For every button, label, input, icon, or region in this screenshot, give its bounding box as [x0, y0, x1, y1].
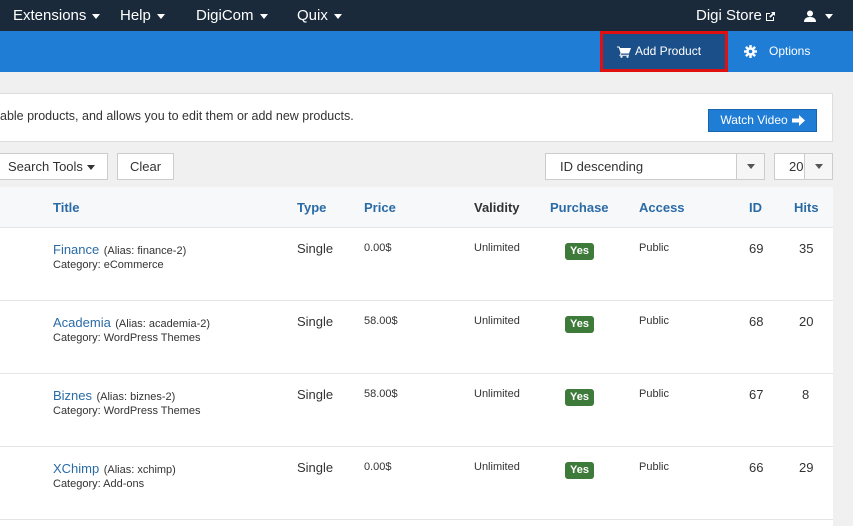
column-purchase-header[interactable]: Purchase [550, 200, 609, 215]
purchase-badge[interactable]: Yes [565, 389, 594, 406]
product-access: Public [639, 242, 669, 254]
product-id: 67 [749, 387, 764, 402]
product-validity: Unlimited [474, 315, 520, 327]
table-row: Biznes (Alias: biznes-2) Category: WordP… [0, 374, 833, 447]
menu-extensions-label: Extensions [13, 7, 87, 24]
ordering-select[interactable]: ID descending [545, 153, 765, 180]
chevron-down-icon [92, 13, 101, 19]
user-icon [804, 10, 816, 22]
options-button[interactable]: Options [732, 31, 832, 72]
product-price: 58.00$ [364, 388, 398, 400]
menu-quix[interactable]: Quix [297, 0, 342, 31]
menu-digicom[interactable]: DigiCom [196, 0, 268, 31]
column-price-header[interactable]: Price [364, 200, 396, 215]
purchase-badge[interactable]: Yes [565, 243, 594, 260]
options-label: Options [769, 44, 811, 58]
limit-dropdown-toggle[interactable] [804, 154, 832, 179]
chevron-down-icon [825, 13, 833, 19]
product-validity: Unlimited [474, 242, 520, 254]
watch-video-button[interactable]: Watch Video [708, 109, 817, 132]
table-row: Academia (Alias: academia-2) Category: W… [0, 301, 833, 374]
watch-video-label: Watch Video [720, 113, 788, 127]
chevron-down-icon [333, 13, 342, 19]
product-alias: (Alias: academia-2) [115, 318, 211, 330]
ordering-select-value: ID descending [560, 159, 644, 174]
product-alias: (Alias: biznes-2) [96, 391, 176, 403]
digi-store-label: Digi Store [696, 7, 762, 24]
column-type-header[interactable]: Type [297, 200, 326, 215]
product-type: Single [297, 241, 334, 256]
chevron-down-icon [747, 164, 755, 169]
menu-help[interactable]: Help [120, 0, 165, 31]
info-text: able products, and allows you to edit th… [0, 109, 354, 123]
column-id-header[interactable]: ID [749, 200, 762, 215]
product-type: Single [297, 387, 334, 402]
search-tools-button[interactable]: Search Tools [0, 153, 108, 180]
search-tools-label: Search Tools [8, 159, 83, 174]
info-panel: able products, and allows you to edit th… [0, 93, 833, 142]
column-access-header[interactable]: Access [639, 200, 685, 215]
chevron-down-icon [815, 164, 823, 169]
column-hits-header[interactable]: Hits [794, 200, 819, 215]
gear-icon [744, 45, 757, 59]
purchase-badge[interactable]: Yes [565, 316, 594, 333]
menu-quix-label: Quix [297, 7, 328, 24]
product-category: Category: eCommerce [53, 259, 164, 271]
product-validity: Unlimited [474, 461, 520, 473]
user-menu[interactable] [804, 0, 833, 31]
chevron-down-icon [156, 13, 165, 19]
product-access: Public [639, 461, 669, 473]
products-table: Title Type Price Validity Purchase Acces… [0, 187, 833, 526]
product-alias: (Alias: xchimp) [103, 464, 176, 476]
product-title-link[interactable]: Academia [53, 315, 111, 330]
product-price: 0.00$ [364, 242, 392, 254]
product-category: Category: Add-ons [53, 478, 145, 490]
product-type: Single [297, 314, 334, 329]
product-price: 58.00$ [364, 315, 398, 327]
product-hits: 35 [799, 241, 814, 256]
column-validity-header: Validity [474, 200, 520, 215]
column-title-header[interactable]: Title [53, 200, 80, 215]
add-product-button[interactable]: Add Product [600, 31, 728, 72]
limit-select-value: 20 [789, 159, 804, 174]
table-header: Title Type Price Validity Purchase Acces… [0, 187, 833, 228]
product-id: 68 [749, 314, 764, 329]
product-access: Public [639, 388, 669, 400]
digi-store-link[interactable]: Digi Store [696, 0, 776, 31]
product-access: Public [639, 315, 669, 327]
menu-help-label: Help [120, 7, 151, 24]
chevron-down-icon [86, 165, 95, 171]
table-row: Finance (Alias: finance-2) Category: eCo… [0, 228, 833, 301]
table-row: XChimp (Alias: xchimp) Category: Add-ons… [0, 447, 833, 520]
product-validity: Unlimited [474, 388, 520, 400]
cart-icon [617, 46, 631, 58]
product-hits: 20 [799, 314, 814, 329]
menu-digicom-label: DigiCom [196, 7, 254, 24]
arrow-right-icon [791, 115, 805, 127]
menu-extensions[interactable]: Extensions [13, 0, 101, 31]
product-price: 0.00$ [364, 461, 392, 473]
product-id: 69 [749, 241, 764, 256]
purchase-badge[interactable]: Yes [565, 462, 594, 479]
product-title-link[interactable]: XChimp [53, 461, 99, 476]
product-alias: (Alias: finance-2) [103, 245, 187, 257]
clear-button[interactable]: Clear [117, 153, 174, 180]
product-category: Category: WordPress Themes [53, 405, 201, 417]
product-hits: 29 [799, 460, 814, 475]
external-link-icon [765, 11, 775, 21]
top-navbar: Extensions Help DigiCom Quix Digi Store [0, 0, 853, 31]
product-title-link[interactable]: Biznes [53, 388, 92, 403]
product-type: Single [297, 460, 334, 475]
add-product-label: Add Product [635, 44, 702, 58]
ordering-dropdown-toggle[interactable] [736, 154, 764, 179]
chevron-down-icon [259, 13, 268, 19]
product-category: Category: WordPress Themes [53, 332, 201, 344]
product-id: 66 [749, 460, 764, 475]
product-title-link[interactable]: Finance [53, 242, 99, 257]
product-hits: 8 [802, 387, 810, 402]
limit-select[interactable]: 20 [774, 153, 833, 180]
